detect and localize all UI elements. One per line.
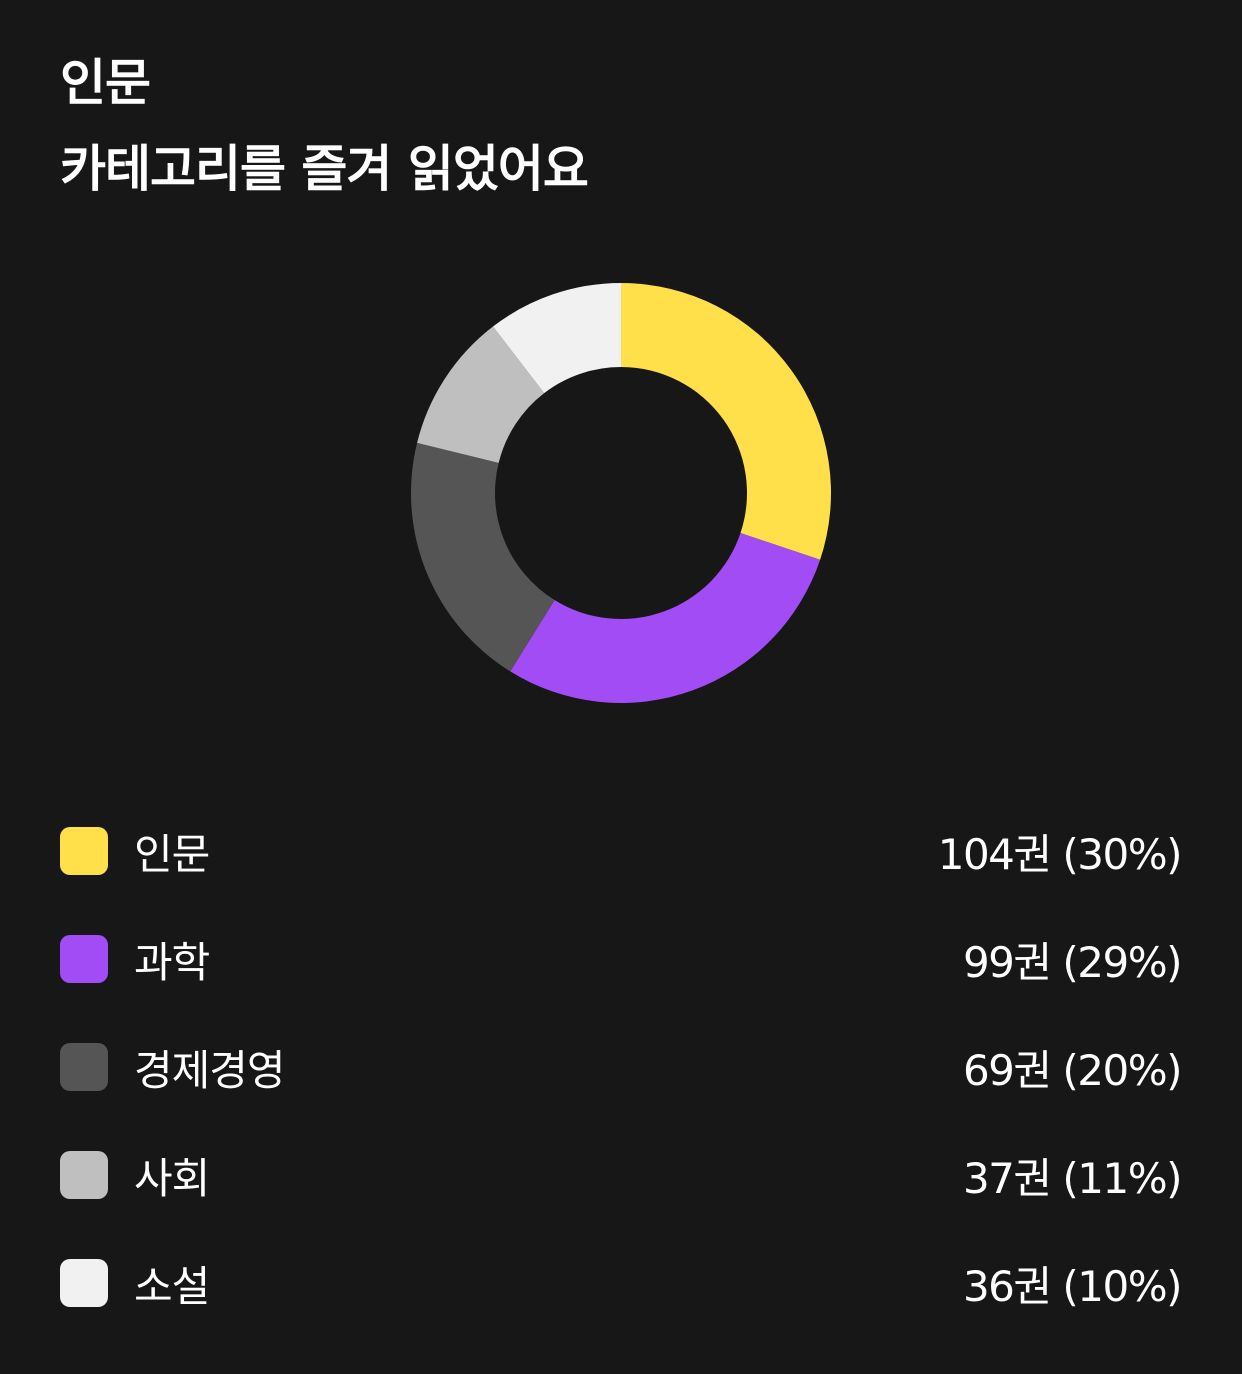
legend-swatch-0 (60, 827, 108, 875)
legend-value-1: 99권 (29%) (962, 937, 1183, 987)
legend-label-3: 사회 (134, 1153, 210, 1203)
legend-label-4: 소설 (134, 1261, 210, 1311)
legend-label-1: 과학 (134, 937, 210, 987)
headline: 인문 카테고리를 즐겨 읽었어요 (60, 40, 589, 212)
legend-swatch-2 (60, 1043, 108, 1091)
legend-value-4: 36권 (10%) (962, 1261, 1183, 1311)
legend-item-4: 소설 36권 (10%) (60, 1229, 1183, 1337)
donut-slice-1 (510, 533, 821, 703)
legend-item-1: 과학 99권 (29%) (60, 905, 1183, 1013)
legend-label-0: 인문 (134, 829, 210, 879)
legend-value-3: 37권 (11%) (962, 1153, 1183, 1203)
donut-chart-svg (411, 283, 831, 703)
legend-label-2: 경제경영 (134, 1045, 286, 1095)
legend-item-2: 경제경영 69권 (20%) (60, 1013, 1183, 1121)
legend-item-3: 사회 37권 (11%) (60, 1121, 1183, 1229)
legend-value-2: 69권 (20%) (962, 1045, 1183, 1095)
donut-slice-0 (621, 283, 831, 560)
legend-value-0: 104권 (30%) (937, 829, 1183, 879)
legend-swatch-1 (60, 935, 108, 983)
legend-swatch-4 (60, 1259, 108, 1307)
legend-item-0: 인문 104권 (30%) (60, 797, 1183, 905)
legend-swatch-3 (60, 1151, 108, 1199)
donut-chart (411, 283, 831, 703)
headline-category: 인문 (60, 54, 151, 112)
legend: 인문 104권 (30%) 과학 99권 (29%) 경제경영 69권 (20%… (60, 797, 1183, 1337)
headline-caption: 카테고리를 즐겨 읽었어요 (60, 140, 589, 198)
